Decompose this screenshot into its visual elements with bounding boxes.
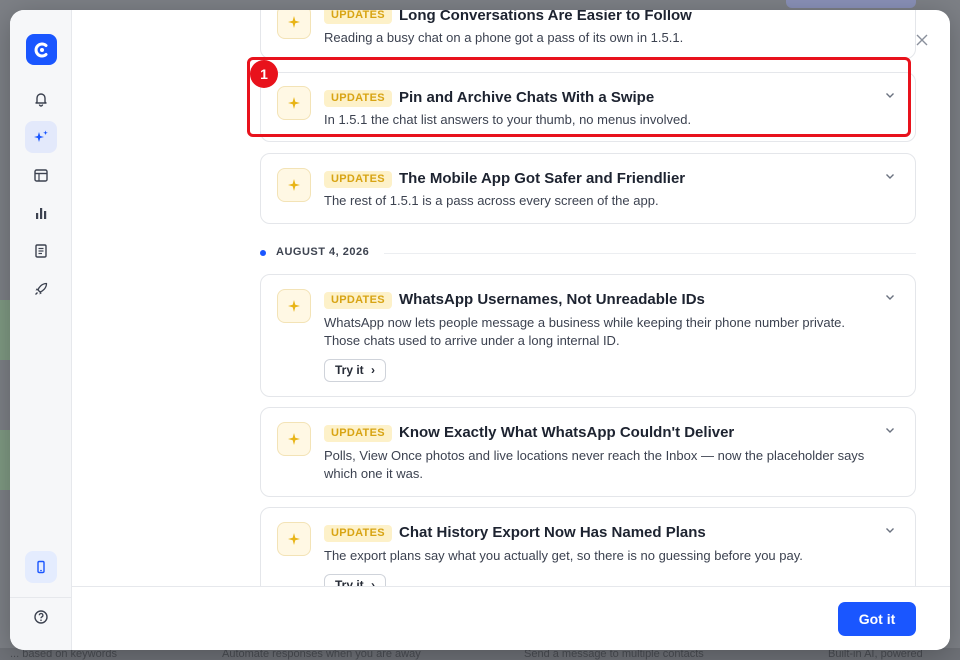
sparkle-icon: [277, 10, 311, 39]
update-badge: UPDATES: [324, 525, 392, 542]
update-badge: UPDATES: [324, 425, 392, 442]
close-icon: [916, 34, 928, 46]
rail-docs[interactable]: [25, 235, 57, 267]
chevron-down-icon[interactable]: [883, 523, 897, 537]
chevron-down-icon[interactable]: [883, 88, 897, 102]
updates-feed[interactable]: UPDATES Long Conversations Are Easier to…: [72, 10, 950, 586]
update-description: The export plans say what you actually g…: [324, 548, 803, 563]
date-label: AUGUST 4, 2026: [276, 246, 370, 258]
sidebar-rail: [10, 10, 72, 650]
update-description: Polls, View Once photos and live locatio…: [324, 448, 865, 481]
update-card[interactable]: UPDATES Chat History Export Now Has Name…: [260, 507, 916, 586]
update-card[interactable]: UPDATES Pin and Archive Chats With a Swi…: [260, 72, 916, 142]
update-description: The rest of 1.5.1 is a pass across every…: [324, 193, 659, 208]
app-logo[interactable]: [26, 34, 57, 65]
update-title: Pin and Archive Chats With a Swipe: [399, 89, 655, 106]
update-description: WhatsApp now lets people message a busin…: [324, 315, 846, 348]
update-title: Chat History Export Now Has Named Plans: [399, 524, 706, 541]
app-logo-icon: [34, 42, 47, 57]
rail-notifications[interactable]: [25, 83, 57, 115]
chevron-right-icon: ›: [371, 363, 376, 377]
sparkle-icon: [277, 86, 311, 120]
date-divider: [384, 253, 916, 254]
update-badge: UPDATES: [324, 171, 392, 188]
modal-footer: Got it: [72, 586, 950, 650]
rail-divider: [10, 597, 71, 598]
chevron-right-icon: ›: [371, 578, 376, 586]
sparkle-icon: [277, 168, 311, 202]
background-accent: [0, 300, 10, 360]
try-it-label: Try it: [335, 578, 364, 586]
update-card[interactable]: UPDATES The Mobile App Got Safer and Fri…: [260, 153, 916, 224]
rail-launch[interactable]: [25, 273, 57, 305]
update-description: In 1.5.1 the chat list answers to your t…: [324, 112, 692, 127]
close-button[interactable]: [912, 30, 932, 50]
update-badge: UPDATES: [324, 10, 392, 24]
update-title: Know Exactly What WhatsApp Couldn't Deli…: [399, 424, 735, 441]
rail-help[interactable]: [25, 601, 57, 633]
date-header: AUGUST 4, 2026: [260, 245, 916, 261]
bar-chart-icon: [36, 208, 47, 219]
rail-mobile[interactable]: [25, 551, 57, 583]
rail-whats-new[interactable]: [25, 121, 57, 153]
update-title: WhatsApp Usernames, Not Unreadable IDs: [399, 291, 705, 308]
got-it-button[interactable]: Got it: [838, 602, 916, 636]
update-description: Reading a busy chat on a phone got a pas…: [324, 30, 684, 45]
whats-new-modal: UPDATES Long Conversations Are Easier to…: [10, 10, 950, 650]
update-card[interactable]: UPDATES Know Exactly What WhatsApp Could…: [260, 407, 916, 497]
try-it-button[interactable]: Try it ›: [324, 359, 387, 382]
chevron-down-icon[interactable]: [883, 290, 897, 304]
update-title: Long Conversations Are Easier to Follow: [399, 10, 692, 24]
try-it-label: Try it: [335, 363, 364, 377]
update-badge: UPDATES: [324, 292, 392, 309]
bell-icon: [35, 93, 47, 107]
sparkle-icon: [277, 289, 311, 323]
calendar-icon: [34, 169, 48, 182]
update-card[interactable]: UPDATES Long Conversations Are Easier to…: [260, 10, 916, 59]
background-accent: [0, 430, 10, 490]
update-title: The Mobile App Got Safer and Friendlier: [399, 170, 686, 187]
update-badge: UPDATES: [324, 90, 392, 107]
rocket-icon: [35, 282, 48, 295]
highlight-number-badge: 1: [250, 60, 278, 88]
update-card[interactable]: UPDATES WhatsApp Usernames, Not Unreadab…: [260, 274, 916, 397]
chevron-down-icon[interactable]: [883, 169, 897, 183]
document-icon: [35, 244, 47, 258]
background-chip: [786, 0, 916, 8]
chevron-down-icon[interactable]: [883, 423, 897, 437]
try-it-button[interactable]: Try it ›: [324, 574, 387, 586]
sparkle-icon: [277, 422, 311, 456]
help-circle-icon: [34, 610, 48, 624]
sparkle-icon: [277, 522, 311, 556]
mobile-phone-icon: [37, 560, 45, 574]
sparkles-icon: [34, 130, 48, 142]
rail-calendar[interactable]: [25, 159, 57, 191]
rail-analytics[interactable]: [25, 197, 57, 229]
date-dot: [260, 250, 266, 256]
